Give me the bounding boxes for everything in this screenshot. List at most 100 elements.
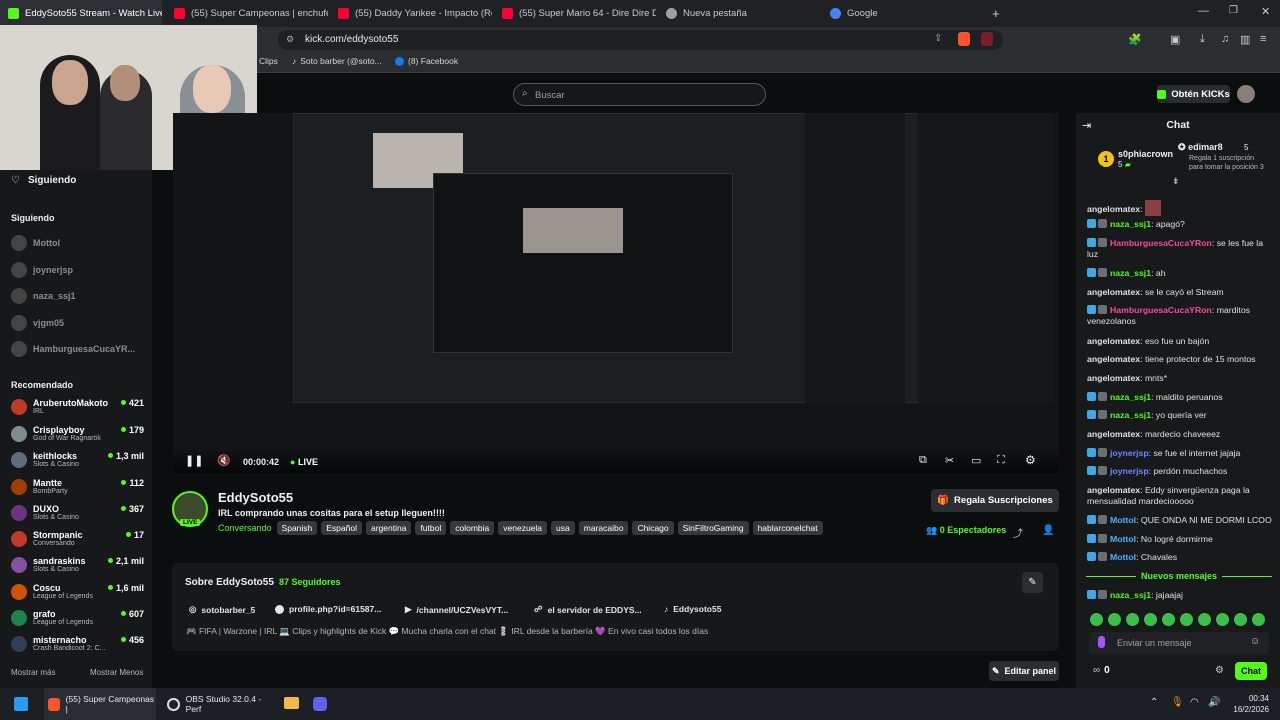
- emoji-icon[interactable]: ☺: [1250, 636, 1260, 647]
- chat-username[interactable]: joynerjsp: [1110, 448, 1149, 458]
- tab-google[interactable]: Google: [822, 0, 984, 27]
- emote-icon[interactable]: [1216, 613, 1229, 626]
- emote-icon[interactable]: [1126, 613, 1139, 626]
- chat-username[interactable]: HamburguesaCucaYRon: [1110, 238, 1212, 248]
- tag[interactable]: hablarconelchat: [752, 521, 823, 535]
- emote-icon[interactable]: [1234, 613, 1247, 626]
- chat-username[interactable]: angelomatex: [1087, 485, 1140, 495]
- tab-new[interactable]: Nueva pestaña: [658, 0, 820, 27]
- clock[interactable]: 00:34 16/2/2026: [1229, 693, 1269, 715]
- chat-username[interactable]: naza_ssj1: [1110, 392, 1151, 402]
- chat-username[interactable]: angelomatex: [1087, 204, 1140, 214]
- tag[interactable]: Spanish: [276, 521, 318, 535]
- tag[interactable]: maracaibo: [578, 521, 629, 535]
- close-window-icon[interactable]: ✕: [1261, 5, 1270, 18]
- windows-start-icon[interactable]: [14, 697, 28, 711]
- facebook-link[interactable]: profile.php?id=61587...: [275, 604, 381, 614]
- site-info-icon[interactable]: ⚙: [286, 34, 294, 45]
- brave-shield-icon[interactable]: [958, 32, 970, 46]
- chat-username[interactable]: angelomatex: [1087, 336, 1140, 346]
- sidebar-item-rec[interactable]: grafo League of Legends 607: [11, 609, 144, 626]
- screenshot-icon[interactable]: ▣: [1170, 33, 1180, 46]
- emote-icon[interactable]: [1090, 613, 1103, 626]
- show-more-link[interactable]: Mostrar más: [11, 668, 55, 677]
- sidebar-item-rec[interactable]: Crisplayboy God of War Ragnarök 179: [11, 425, 144, 442]
- pause-icon[interactable]: ❚❚: [185, 454, 203, 467]
- tag[interactable]: argentina: [365, 521, 412, 535]
- user-avatar[interactable]: [1237, 85, 1255, 103]
- chat-username[interactable]: naza_ssj1: [1110, 219, 1151, 229]
- tab-youtube-1[interactable]: (55) Super Campeonas | enchufetv -: [166, 0, 328, 27]
- tag[interactable]: Español: [321, 521, 362, 535]
- sidebar-icon[interactable]: ▥: [1240, 33, 1250, 46]
- sidebar-item-rec[interactable]: keithlocks Slots & Casino 1,3 mil: [11, 451, 144, 468]
- brave-rewards-icon[interactable]: [981, 32, 993, 46]
- emote-icon[interactable]: [1144, 613, 1157, 626]
- sidebar-item-rec[interactable]: AruberutoMakoto IRL 421: [11, 398, 144, 415]
- sidebar-item-hamburguesa[interactable]: HamburguesaCucaYR...: [11, 341, 144, 357]
- emote-icon[interactable]: [1180, 613, 1193, 626]
- miniplayer-icon[interactable]: ⧉: [919, 454, 927, 467]
- new-messages-label[interactable]: Nuevos mensajes: [1136, 571, 1223, 581]
- chat-username[interactable]: Mottol: [1110, 534, 1136, 544]
- settings-icon[interactable]: ⚙: [1025, 453, 1036, 467]
- show-less-link[interactable]: Mostrar Menos: [90, 668, 143, 677]
- sidebar-item-rec[interactable]: Coscu League of Legends 1,6 mil: [11, 583, 144, 600]
- tray-chevron-icon[interactable]: ⌃: [1150, 697, 1158, 708]
- fullscreen-icon[interactable]: ⛶: [997, 454, 1005, 467]
- discord-icon[interactable]: [313, 697, 327, 711]
- extensions-icon[interactable]: 🧩: [1128, 33, 1142, 46]
- tab-youtube-2[interactable]: (55) Daddy Yankee - Impacto (Remix): [330, 0, 492, 27]
- follow-icon[interactable]: 👤: [1042, 525, 1054, 536]
- tab-youtube-3[interactable]: (55) Super Mario 64 - Dire Dire Dock: [494, 0, 656, 27]
- address-bar[interactable]: ⚙ kick.com/eddysoto55 ⇪: [278, 30, 1003, 50]
- sidebar-item-rec[interactable]: Stormpanic Conversando 17: [11, 530, 144, 547]
- streamer-name[interactable]: EddySoto55: [218, 490, 293, 505]
- tag[interactable]: SinFiltroGaming: [677, 521, 749, 535]
- sidebar-item-rec[interactable]: Mantte BombParty 112: [11, 478, 144, 495]
- share-icon[interactable]: ⇪: [934, 33, 942, 44]
- tag[interactable]: colombia: [450, 521, 495, 535]
- chat-username[interactable]: naza_ssj1: [1110, 590, 1151, 600]
- minimize-icon[interactable]: —: [1198, 5, 1209, 17]
- youtube-link[interactable]: ▶ /channel/UCZVesVYT...: [405, 604, 508, 615]
- chat-settings-icon[interactable]: ⚙: [1215, 665, 1224, 676]
- gifter2[interactable]: ✪ edimar8: [1178, 142, 1223, 153]
- clip-icon[interactable]: ✂: [945, 454, 954, 467]
- mic-icon[interactable]: 🎙: [1171, 697, 1184, 708]
- chat-username[interactable]: joynerjsp: [1110, 466, 1149, 476]
- bookmark-tiktok[interactable]: ♪ Soto barber (@soto...: [292, 56, 382, 66]
- chat-username[interactable]: angelomatex: [1087, 354, 1140, 364]
- bookmark-clips[interactable]: Clips: [259, 56, 278, 66]
- chat-username[interactable]: angelomatex: [1087, 429, 1140, 439]
- emote-icon[interactable]: [1162, 613, 1175, 626]
- tag[interactable]: venezuela: [498, 521, 548, 535]
- emote-icon[interactable]: [1198, 613, 1211, 626]
- chat-username[interactable]: angelomatex: [1087, 287, 1140, 297]
- volume-icon[interactable]: 🔊: [1208, 697, 1220, 708]
- download-icon[interactable]: ⤓: [1200, 33, 1205, 46]
- video-player[interactable]: ❚❚ 🔇 00:00:42 ● LIVE ⧉ ✂ ▭ ⛶ ⚙: [173, 113, 1059, 473]
- edit-panel-button[interactable]: ✎ Editar panel: [989, 661, 1059, 681]
- new-tab-icon[interactable]: +: [992, 6, 1000, 21]
- tag[interactable]: Chicago: [632, 521, 674, 535]
- edit-icon[interactable]: ✎: [1022, 572, 1043, 593]
- taskbar-brave[interactable]: (55) Super Campeonas |: [44, 688, 156, 720]
- share-stream-icon[interactable]: ⤴: [1013, 525, 1023, 540]
- sidebar-item-rec[interactable]: sandraskins Slots & Casino 2,1 mil: [11, 556, 144, 573]
- sidebar-item-joynerjsp[interactable]: joynerjsp: [11, 262, 144, 278]
- folder-icon[interactable]: [284, 697, 299, 709]
- sidebar-item-rec[interactable]: misternacho Crash Bandicoot 2: C... 456: [11, 635, 144, 652]
- pin-icon[interactable]: ⇟: [1172, 176, 1180, 187]
- tab-kick[interactable]: EddySoto55 Stream - Watch Live ✕: [0, 0, 162, 27]
- menu-icon[interactable]: ≡: [1260, 33, 1266, 45]
- chat-username[interactable]: Mottol: [1110, 552, 1136, 562]
- chat-username[interactable]: HamburguesaCucaYRon: [1110, 305, 1212, 315]
- chat-input[interactable]: Enviar un mensaje ☺: [1089, 632, 1269, 654]
- instagram-link[interactable]: ◎ sotobarber_5: [189, 604, 255, 615]
- gift-cta[interactable]: Regala 1 suscripción para tomar la posic…: [1189, 154, 1269, 172]
- chat-username[interactable]: angelomatex: [1087, 373, 1140, 383]
- search-input[interactable]: ⌕ Buscar: [513, 83, 766, 106]
- tag[interactable]: usa: [551, 521, 575, 535]
- chat-username[interactable]: Mottol: [1110, 515, 1136, 525]
